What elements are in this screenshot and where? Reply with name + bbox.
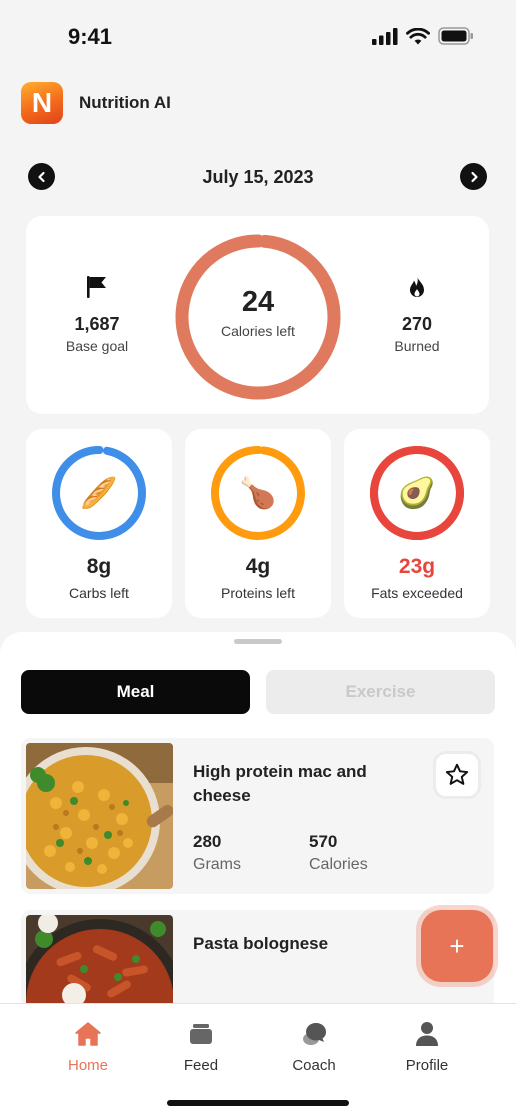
nav-label-profile: Profile (405, 1057, 449, 1074)
calories-stat: 570 Calories (309, 832, 368, 874)
chat-bubbles-icon (303, 1023, 326, 1045)
tab-meal[interactable]: Meal (21, 670, 250, 714)
meal-item[interactable]: High protein mac and cheese 280 Grams 57… (21, 738, 494, 894)
nav-item-coach[interactable]: Coach (269, 1020, 359, 1074)
base-goal-label: Base goal (65, 338, 129, 354)
calorie-summary-card: 1,687 Base goal 24 Calories left 270 Bur… (26, 216, 489, 414)
app-header: N Nutrition AI (21, 80, 171, 126)
grams-label: Grams (193, 856, 241, 873)
carbs-card: 🥖 8g Carbs left (26, 429, 172, 618)
proteins-label: Proteins left (221, 585, 295, 601)
calories-value: 570 (309, 832, 338, 851)
burned-value: 270 (401, 314, 433, 334)
battery-icon (438, 27, 473, 45)
fats-label: Fats exceeded (371, 585, 463, 601)
base-goal: 1,687 Base goal (37, 274, 157, 354)
meal-name: High protein mac and cheese (193, 762, 367, 805)
bottom-nav: Home Feed Coach Profile (0, 1003, 516, 1114)
chevron-right-icon (470, 171, 478, 182)
nav-label-coach: Coach (292, 1057, 336, 1074)
home-icon (75, 1022, 101, 1046)
proteins-value: 4g (245, 555, 271, 578)
nav-item-home[interactable]: Home (43, 1020, 133, 1074)
status-bar: 9:41 (0, 0, 516, 70)
base-goal-value: 1,687 (74, 314, 120, 334)
nav-item-feed[interactable]: Feed (156, 1020, 246, 1074)
app-logo-letter: N (31, 87, 53, 118)
status-time: 9:41 (68, 24, 113, 49)
avocado-icon: 🥑 (398, 476, 436, 510)
proteins-card: 🍗 4g Proteins left (185, 429, 331, 618)
calories-label: Calories (309, 856, 368, 873)
feed-icon (190, 1024, 212, 1044)
wifi-icon (406, 27, 430, 44)
nav-label-feed: Feed (183, 1057, 219, 1074)
app-title: Nutrition AI (79, 93, 171, 112)
grams-stat: 280 Grams (193, 832, 241, 874)
carbs-value: 8g (86, 555, 112, 578)
flame-icon (410, 276, 424, 297)
home-indicator (167, 1100, 349, 1106)
signal-icon (372, 27, 398, 45)
status-icons (372, 27, 474, 45)
current-date: July 15, 2023 (202, 167, 314, 187)
meal-photo-mac-and-cheese (26, 743, 173, 889)
fats-value: 23g (398, 555, 436, 578)
tab-exercise[interactable]: Exercise (266, 670, 495, 714)
date-navigation: July 15, 2023 (28, 162, 488, 192)
calories-left: 24 Calories left (173, 286, 343, 339)
favorite-button[interactable] (436, 754, 478, 796)
flag-icon (87, 276, 106, 298)
add-meal-button[interactable]: + (421, 910, 493, 982)
star-icon (445, 763, 469, 785)
calories-left-value: 24 (241, 286, 275, 318)
meal-name: Pasta bolognese (193, 934, 329, 953)
fats-card: 🥑 23g Fats exceeded (344, 429, 490, 618)
burned-label: Burned (394, 338, 440, 354)
calories-left-label: Calories left (221, 323, 295, 339)
profile-icon (416, 1022, 438, 1046)
sheet-drag-handle[interactable] (234, 639, 282, 644)
app-logo: N (21, 82, 63, 124)
nav-item-profile[interactable]: Profile (382, 1020, 472, 1074)
burned: 270 Burned (357, 274, 477, 354)
grams-value: 280 (193, 832, 222, 851)
nav-label-home: Home (67, 1057, 108, 1074)
next-day-button[interactable] (460, 163, 487, 190)
carbs-label: Carbs left (69, 585, 129, 601)
bread-icon: 🥖 (80, 476, 118, 510)
drumstick-icon: 🍗 (239, 476, 277, 510)
